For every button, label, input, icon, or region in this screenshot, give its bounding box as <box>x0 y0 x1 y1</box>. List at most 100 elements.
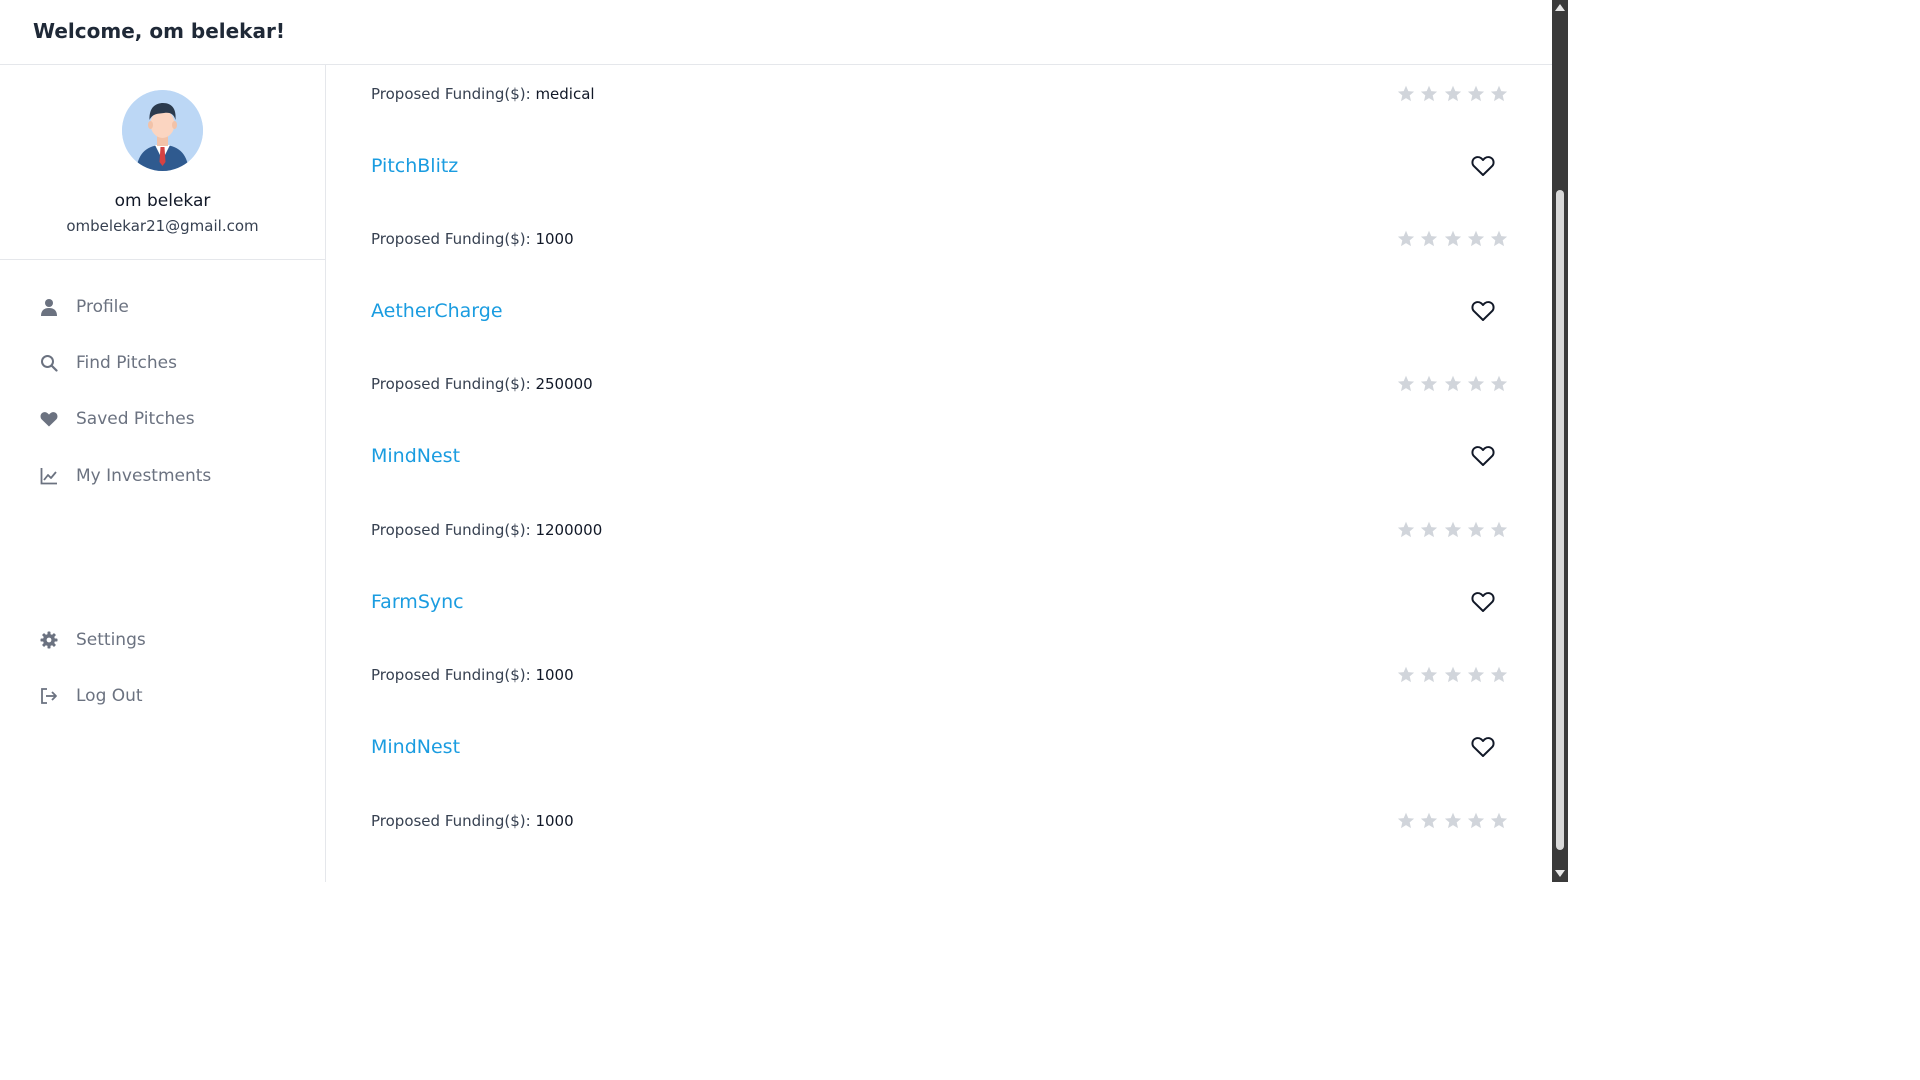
funding-row: Proposed Funding($): medical <box>371 80 1511 110</box>
nav-label: Log Out <box>76 686 143 706</box>
nav-label: Saved Pitches <box>76 409 195 429</box>
star-icon[interactable] <box>1490 521 1508 539</box>
star-icon[interactable] <box>1490 812 1508 830</box>
nav-label: Find Pitches <box>76 353 177 373</box>
pitch-title-row: MindNest <box>371 443 1511 473</box>
star-icon[interactable] <box>1467 666 1485 684</box>
nav-item-saved-pitches[interactable]: Saved Pitches <box>38 405 298 433</box>
star-rating[interactable] <box>1397 666 1513 684</box>
star-icon[interactable] <box>1420 230 1438 248</box>
star-icon[interactable] <box>1420 375 1438 393</box>
user-icon <box>38 296 60 318</box>
star-rating[interactable] <box>1397 85 1513 103</box>
businessman-avatar-icon <box>122 90 203 171</box>
heart-icon[interactable] <box>1471 155 1497 181</box>
pitch-name-link[interactable]: MindNest <box>371 445 460 467</box>
heart-icon[interactable] <box>1471 736 1497 762</box>
welcome-title: Welcome, om belekar! <box>33 19 285 43</box>
star-icon[interactable] <box>1444 666 1462 684</box>
funding-value: medical <box>535 85 595 103</box>
star-rating[interactable] <box>1397 812 1513 830</box>
star-rating[interactable] <box>1397 230 1513 248</box>
pitch-name-link[interactable]: MindNest <box>371 736 460 758</box>
star-icon[interactable] <box>1467 521 1485 539</box>
star-icon[interactable] <box>1420 666 1438 684</box>
heart-icon[interactable] <box>1471 445 1497 471</box>
scroll-down-arrow-icon[interactable] <box>1555 870 1565 877</box>
pitch-title-row: AetherCharge <box>371 298 1511 328</box>
funding-value: 1200000 <box>535 521 603 539</box>
funding-row: Proposed Funding($): 250000 <box>371 370 1511 400</box>
funding-row: Proposed Funding($): 1200000 <box>371 516 1511 546</box>
star-icon[interactable] <box>1397 375 1415 393</box>
star-icon[interactable] <box>1444 230 1462 248</box>
star-icon[interactable] <box>1467 812 1485 830</box>
funding-label: Proposed Funding($): <box>371 666 536 684</box>
nav-item-my-investments[interactable]: My Investments <box>38 462 298 490</box>
star-icon[interactable] <box>1397 666 1415 684</box>
star-rating[interactable] <box>1397 375 1513 393</box>
nav-label: My Investments <box>76 466 212 486</box>
user-email: ombelekar21@gmail.com <box>66 217 259 235</box>
funding-label: Proposed Funding($): <box>371 521 536 539</box>
chart-line-icon <box>38 465 60 487</box>
vertical-scrollbar[interactable] <box>1552 0 1568 882</box>
star-icon[interactable] <box>1444 85 1462 103</box>
logout-icon <box>38 685 60 707</box>
star-icon[interactable] <box>1397 85 1415 103</box>
nav-item-log-out[interactable]: Log Out <box>38 682 298 710</box>
nav-label: Settings <box>76 630 146 650</box>
star-icon[interactable] <box>1420 85 1438 103</box>
nav-item-profile[interactable]: Profile <box>38 293 298 321</box>
funding-value: 1000 <box>535 666 574 684</box>
pitch-title-row: PitchBlitz <box>371 153 1511 183</box>
pitch-title-row: MindNest <box>371 734 1511 764</box>
heart-icon[interactable] <box>1471 591 1497 617</box>
profile-card: om belekar ombelekar21@gmail.com <box>0 65 325 260</box>
funding-row: Proposed Funding($): 1000 <box>371 661 1511 691</box>
sidebar: om belekar ombelekar21@gmail.com Profile… <box>0 65 326 882</box>
gear-icon <box>38 629 60 651</box>
top-header: Welcome, om belekar! <box>0 0 1552 65</box>
pitch-name-link[interactable]: AetherCharge <box>371 300 503 322</box>
star-icon[interactable] <box>1444 812 1462 830</box>
funding-value: 250000 <box>535 375 593 393</box>
funding-label: Proposed Funding($): <box>371 230 536 248</box>
nav-label: Profile <box>76 297 129 317</box>
star-icon[interactable] <box>1397 230 1415 248</box>
star-icon[interactable] <box>1444 521 1462 539</box>
funding-label: Proposed Funding($): <box>371 375 536 393</box>
star-icon[interactable] <box>1420 521 1438 539</box>
pitch-title-row: FarmSync <box>371 589 1511 619</box>
star-icon[interactable] <box>1467 85 1485 103</box>
nav-item-settings[interactable]: Settings <box>38 626 298 654</box>
star-icon[interactable] <box>1444 375 1462 393</box>
pitch-name-link[interactable]: PitchBlitz <box>371 155 458 177</box>
funding-value: 1000 <box>535 230 574 248</box>
funding-label: Proposed Funding($): <box>371 812 536 830</box>
funding-row: Proposed Funding($): 1000 <box>371 225 1511 255</box>
star-icon[interactable] <box>1490 666 1508 684</box>
scroll-up-arrow-icon[interactable] <box>1555 4 1565 11</box>
heart-icon[interactable] <box>1471 300 1497 326</box>
funding-label: Proposed Funding($): <box>371 85 536 103</box>
heart-icon <box>38 408 60 430</box>
scroll-thumb[interactable] <box>1556 190 1564 850</box>
pitch-list: Proposed Funding($): medical PitchBlitz … <box>326 65 1552 882</box>
user-name: om belekar <box>114 191 211 211</box>
funding-value: 1000 <box>535 812 574 830</box>
app-root: Welcome, om belekar! om belekar ombeleka… <box>0 0 1568 882</box>
star-icon[interactable] <box>1420 812 1438 830</box>
star-icon[interactable] <box>1467 375 1485 393</box>
pitch-name-link[interactable]: FarmSync <box>371 591 464 613</box>
star-icon[interactable] <box>1490 230 1508 248</box>
star-icon[interactable] <box>1467 230 1485 248</box>
search-icon <box>38 352 60 374</box>
star-icon[interactable] <box>1490 85 1508 103</box>
star-icon[interactable] <box>1397 812 1415 830</box>
star-rating[interactable] <box>1397 521 1513 539</box>
star-icon[interactable] <box>1490 375 1508 393</box>
funding-row: Proposed Funding($): 1000 <box>371 807 1511 837</box>
star-icon[interactable] <box>1397 521 1415 539</box>
nav-item-find-pitches[interactable]: Find Pitches <box>38 349 298 377</box>
